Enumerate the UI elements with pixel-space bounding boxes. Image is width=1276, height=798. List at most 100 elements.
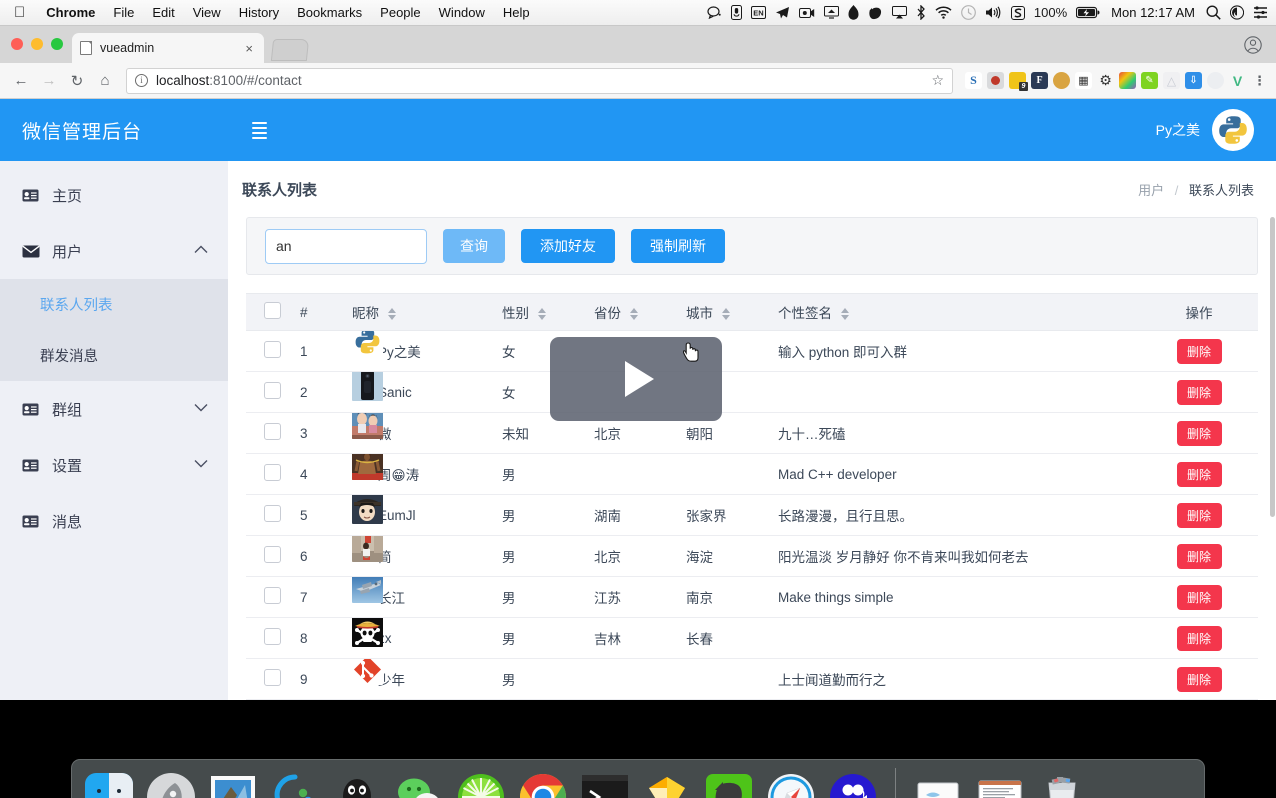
limechat-icon[interactable] xyxy=(452,768,510,798)
row-checkbox[interactable] xyxy=(264,669,281,686)
select-all-checkbox[interactable] xyxy=(264,302,281,319)
forward-arrow-icon[interactable]: → xyxy=(36,68,62,94)
qq-icon[interactable] xyxy=(328,768,386,798)
chat-bubble-icon[interactable] xyxy=(707,6,722,19)
profile-icon[interactable] xyxy=(1244,36,1262,59)
fanqie-f-icon[interactable]: F xyxy=(1031,72,1048,89)
column-gender[interactable]: 性别 xyxy=(496,293,588,331)
document-window-icon[interactable] xyxy=(971,768,1029,798)
delete-button[interactable]: 删除 xyxy=(1176,502,1222,528)
color-picker-icon[interactable] xyxy=(1119,72,1136,89)
row-checkbox[interactable] xyxy=(264,382,281,399)
volume-icon[interactable] xyxy=(985,6,1002,19)
force-refresh-button[interactable]: 强制刷新 xyxy=(631,229,725,263)
sort-toggle-icon[interactable] xyxy=(840,308,849,321)
downloads-stack-icon[interactable] xyxy=(909,768,967,798)
qr-code-icon[interactable]: ▦ xyxy=(1075,72,1092,89)
finder-icon[interactable] xyxy=(80,768,138,798)
column-city[interactable]: 城市 xyxy=(680,293,772,331)
sidebar-item-messages[interactable]: 消息 xyxy=(0,493,228,549)
menu-item-file[interactable]: File xyxy=(104,5,143,20)
back-arrow-icon[interactable]: ← xyxy=(8,68,34,94)
menu-item-history[interactable]: History xyxy=(230,5,288,20)
sidebar-item-home[interactable]: 主页 xyxy=(0,167,228,223)
youdao-icon[interactable]: ⇩ xyxy=(1185,72,1202,89)
evernote-icon[interactable] xyxy=(700,768,758,798)
airplay-display-icon[interactable] xyxy=(823,6,839,19)
delete-button[interactable]: 删除 xyxy=(1176,379,1222,405)
sidebar-item-contact-list[interactable]: 联系人列表 xyxy=(0,279,228,330)
terminal-icon[interactable] xyxy=(576,768,634,798)
screen-record-icon[interactable] xyxy=(798,7,815,19)
metamask-icon[interactable]: △ xyxy=(1163,72,1180,89)
trash-icon[interactable] xyxy=(1033,768,1091,798)
column-province[interactable]: 省份 xyxy=(588,293,680,331)
siri-icon[interactable] xyxy=(1230,5,1244,20)
address-bar[interactable]: i localhost :8100/#/contact ☆ xyxy=(126,67,953,94)
row-checkbox[interactable] xyxy=(264,423,281,440)
sogou-input-icon[interactable] xyxy=(1010,5,1025,20)
wechat-icon[interactable] xyxy=(390,768,448,798)
microphone-icon[interactable] xyxy=(730,5,742,20)
close-tab-icon[interactable]: × xyxy=(242,41,256,56)
menu-item-view[interactable]: View xyxy=(184,5,230,20)
sidebar-item-group-message[interactable]: 群发消息 xyxy=(0,330,228,381)
sort-toggle-icon[interactable] xyxy=(537,308,546,321)
hamburger-icon[interactable] xyxy=(252,121,267,139)
airplay-icon[interactable] xyxy=(891,6,907,19)
screenflow-icon[interactable] xyxy=(824,768,882,798)
sogou-ext-icon[interactable]: S xyxy=(965,72,982,89)
browser-tab[interactable]: vueadmin × xyxy=(72,33,264,63)
column-nickname[interactable]: 昵称 xyxy=(346,293,496,331)
apple-logo-icon[interactable]:  xyxy=(0,5,37,20)
scrollbar-thumb[interactable] xyxy=(1270,217,1275,517)
row-checkbox[interactable] xyxy=(264,505,281,522)
sidebar-item-users[interactable]: 用户 xyxy=(0,223,228,279)
site-info-icon[interactable]: i xyxy=(135,74,148,87)
menu-item-edit[interactable]: Edit xyxy=(143,5,183,20)
video-play-overlay[interactable] xyxy=(550,337,722,421)
battery-charging-icon[interactable] xyxy=(1076,6,1100,19)
new-tab-button[interactable] xyxy=(270,39,310,61)
maximize-window-button[interactable] xyxy=(51,38,63,50)
row-checkbox[interactable] xyxy=(264,587,281,604)
vue-devtools-icon[interactable]: V xyxy=(1229,72,1246,89)
delete-button[interactable]: 删除 xyxy=(1176,666,1222,692)
reload-icon[interactable]: ↻ xyxy=(64,68,90,94)
avatar[interactable] xyxy=(1212,109,1254,151)
delete-button[interactable]: 删除 xyxy=(1176,420,1222,446)
notes-9-icon[interactable]: 9 xyxy=(1009,72,1028,91)
control-center-icon[interactable] xyxy=(1253,6,1268,19)
close-window-button[interactable] xyxy=(11,38,23,50)
spotlight-search-icon[interactable] xyxy=(1206,5,1221,20)
sidebar-item-groups[interactable]: 群组 xyxy=(0,381,228,437)
menu-item-window[interactable]: Window xyxy=(430,5,494,20)
sort-toggle-icon[interactable] xyxy=(387,308,396,321)
row-checkbox[interactable] xyxy=(264,341,281,358)
bluetooth-icon[interactable] xyxy=(916,5,926,20)
delete-button[interactable]: 删除 xyxy=(1176,625,1222,651)
chrome-menu-icon[interactable]: ⋮ xyxy=(1251,72,1268,89)
mail-icon[interactable] xyxy=(204,768,262,798)
breadcrumb-parent[interactable]: 用户 xyxy=(1138,183,1164,198)
star-icon[interactable]: ☆ xyxy=(931,72,944,89)
sort-toggle-icon[interactable] xyxy=(629,308,638,321)
menu-item-help[interactable]: Help xyxy=(494,5,539,20)
launchpad-icon[interactable] xyxy=(142,768,200,798)
search-input[interactable] xyxy=(265,228,427,264)
row-checkbox[interactable] xyxy=(264,628,281,645)
gear-icon[interactable]: ⚙ xyxy=(1097,72,1114,89)
sketch-icon[interactable] xyxy=(638,768,696,798)
minimize-window-button[interactable] xyxy=(31,38,43,50)
delete-button[interactable]: 删除 xyxy=(1176,584,1222,610)
cookie-icon[interactable] xyxy=(1053,72,1070,89)
delete-button[interactable]: 删除 xyxy=(1176,461,1222,487)
dropbox-icon[interactable] xyxy=(848,5,859,20)
telegram-icon[interactable] xyxy=(775,6,790,20)
menu-item-bookmarks[interactable]: Bookmarks xyxy=(288,5,371,20)
delete-button[interactable]: 删除 xyxy=(1176,338,1222,364)
safari-icon[interactable] xyxy=(762,768,820,798)
chrome-icon[interactable] xyxy=(514,768,572,798)
eyedropper-icon[interactable]: ✎ xyxy=(1141,72,1158,89)
page-scrollbar[interactable] xyxy=(1269,217,1276,700)
